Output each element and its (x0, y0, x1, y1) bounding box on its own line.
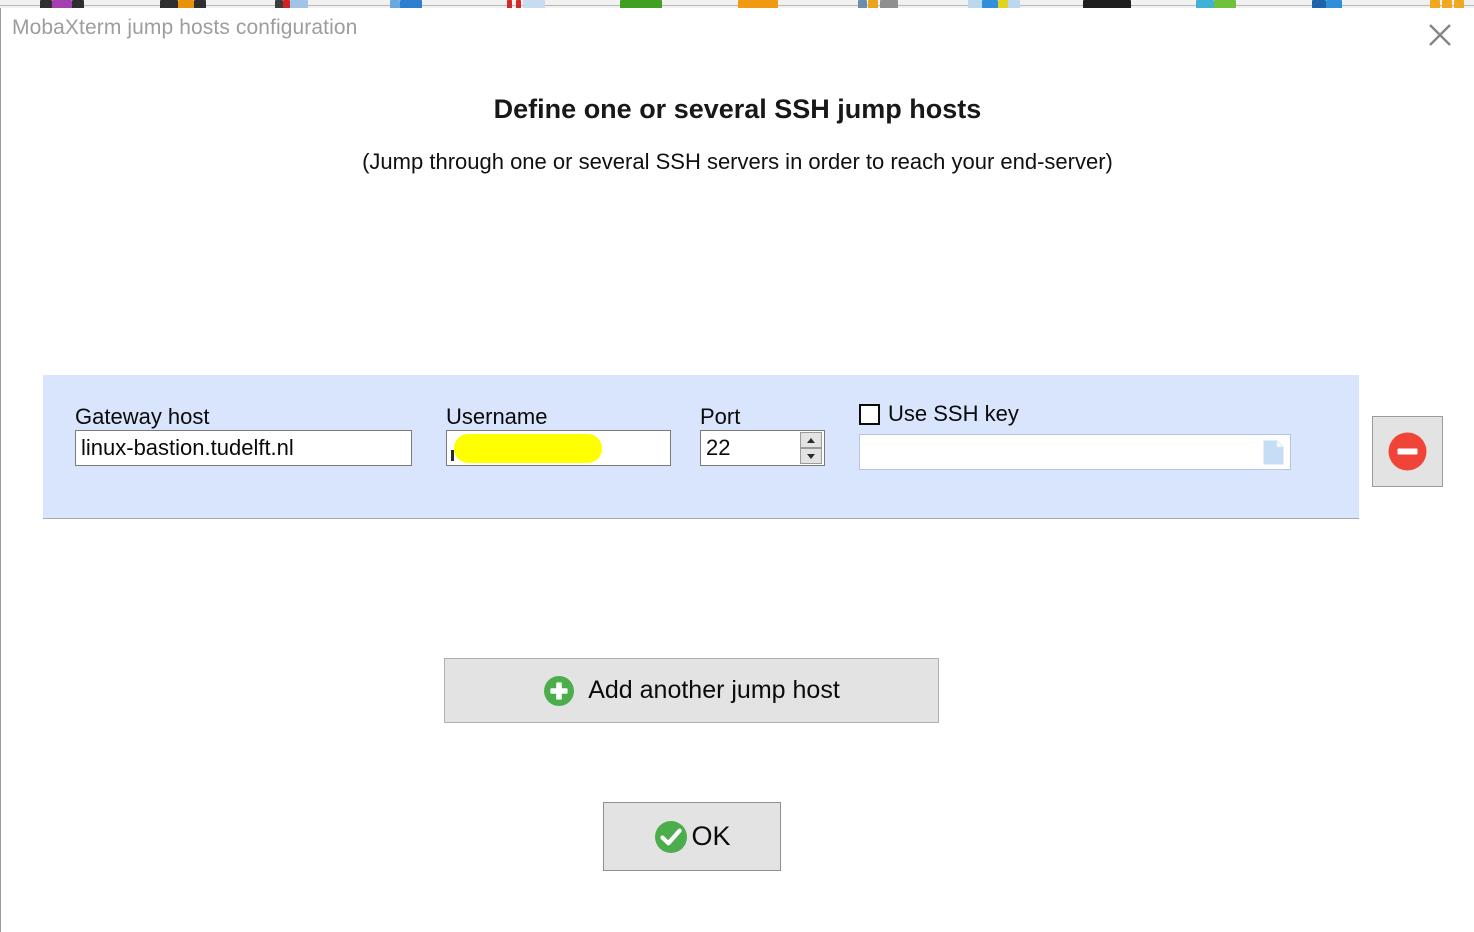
jump-hosts-dialog: MobaXterm jump hosts configuration Defin… (0, 8, 1474, 932)
port-group: Port (700, 404, 825, 466)
ssh-key-path-wrap (859, 434, 1291, 470)
add-jump-host-button[interactable]: Add another jump host (444, 658, 939, 723)
ok-button[interactable]: OK (603, 802, 781, 871)
username-input-wrap (446, 430, 671, 466)
username-input[interactable] (446, 430, 671, 466)
chevron-down-icon[interactable] (800, 448, 822, 464)
close-icon[interactable] (1412, 10, 1468, 54)
page-title: Define one or several SSH jump hosts (493, 94, 982, 124)
use-ssh-key-checkbox[interactable] (859, 403, 880, 425)
jump-host-row: Gateway host Username Port (43, 375, 1359, 519)
remove-jump-host-button[interactable] (1372, 416, 1443, 487)
gateway-host-group: Gateway host (75, 404, 412, 466)
desktop-strip-rule (0, 5, 1474, 6)
username-text-residue (451, 450, 454, 461)
check-circle-icon (655, 820, 688, 853)
plus-circle-icon (544, 675, 575, 706)
ssh-key-group: Use SSH key (859, 401, 1291, 470)
gateway-host-label: Gateway host (75, 404, 210, 429)
title-bar: MobaXterm jump hosts configuration (1, 8, 1474, 56)
chevron-up-icon[interactable] (800, 432, 822, 448)
page-subtitle: (Jump through one or several SSH servers… (362, 149, 1113, 174)
port-stepper (800, 432, 822, 464)
use-ssh-key-line: Use SSH key (859, 401, 1291, 427)
ok-label: OK (691, 821, 731, 851)
port-label: Port (700, 404, 741, 429)
window-title: MobaXterm jump hosts configuration (12, 16, 358, 39)
username-label: Username (446, 404, 548, 429)
use-ssh-key-label: Use SSH key (888, 401, 1019, 426)
gateway-host-input[interactable] (75, 430, 412, 466)
username-group: Username (446, 404, 671, 466)
ssh-key-path-input[interactable] (860, 435, 1252, 469)
add-jump-host-label: Add another jump host (588, 676, 840, 704)
port-input[interactable] (701, 431, 789, 465)
port-input-wrap (700, 430, 825, 466)
minus-circle-icon (1388, 432, 1427, 471)
file-document-icon[interactable] (1263, 440, 1284, 465)
